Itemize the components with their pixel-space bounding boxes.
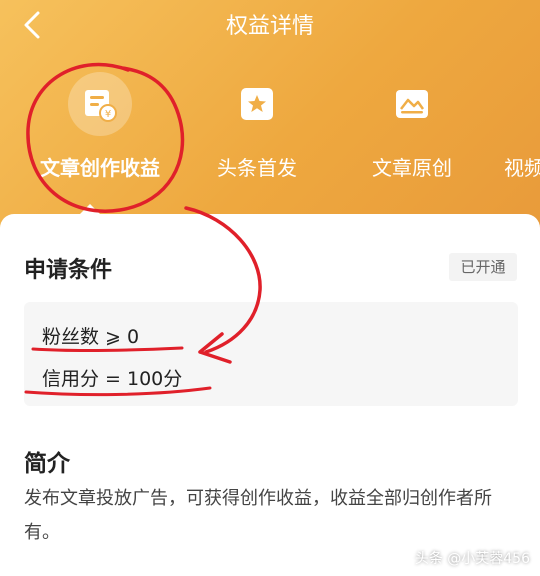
tab-toutiao-first[interactable]: 头条首发 bbox=[182, 70, 332, 200]
tab-article-income[interactable]: ¥ 文章创作收益 bbox=[25, 70, 175, 200]
intro-title: 简介 bbox=[24, 451, 70, 477]
tab-label: 视频 bbox=[504, 156, 540, 180]
tab-label: 头条首发 bbox=[217, 156, 297, 180]
article-income-icon: ¥ bbox=[85, 90, 117, 122]
conditions-title: 申请条件 bbox=[24, 258, 113, 283]
condition-item-fans: 粉丝数 ⩾ 0 bbox=[42, 326, 140, 348]
status-badge: 已开通 bbox=[449, 253, 517, 281]
active-tab-pointer bbox=[80, 204, 100, 214]
watermark: 头条 @小芙蓉456 bbox=[414, 551, 530, 567]
benefit-tabs: ¥ 文章创作收益 头条首发 文章原创 视频 bbox=[0, 70, 540, 200]
image-doc-icon bbox=[396, 90, 428, 118]
tab-label: 文章创作收益 bbox=[40, 156, 160, 180]
star-doc-icon bbox=[241, 88, 273, 120]
tab-icon-wrap bbox=[380, 72, 444, 136]
condition-item-credit: 信用分 = 100分 bbox=[42, 368, 183, 390]
tab-video[interactable]: 视频 bbox=[462, 70, 540, 200]
tab-icon-wrap bbox=[225, 72, 289, 136]
page-title: 权益详情 bbox=[225, 14, 314, 39]
tab-icon-wrap bbox=[490, 72, 540, 136]
svg-text:¥: ¥ bbox=[105, 109, 111, 120]
intro-text: 发布文章投放广告，可获得创作收益，收益全部归创作者所有。 bbox=[24, 488, 492, 543]
tab-icon-circle: ¥ bbox=[68, 72, 132, 136]
